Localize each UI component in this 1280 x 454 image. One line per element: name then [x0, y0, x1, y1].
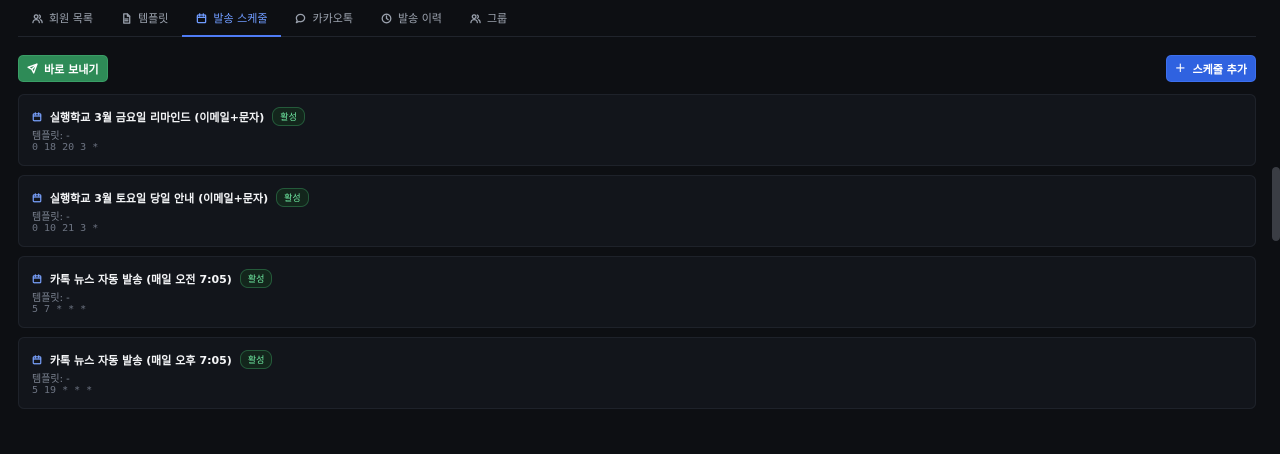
- file-icon: [123, 12, 131, 24]
- tab-label: 회원 목록: [49, 12, 93, 25]
- tab-bar: 회원 목록 템플릿 발송 스케줄 카카오톡 발송 이력 그룹: [18, 0, 1256, 37]
- scrollbar-thumb[interactable]: [1272, 167, 1280, 241]
- tab-label: 템플릿: [137, 12, 169, 25]
- schedule-cron: 5 7 * * *: [32, 304, 87, 315]
- tab-templates[interactable]: 템플릿: [107, 0, 182, 36]
- calendar-icon: [32, 111, 42, 121]
- tab-label: 그룹: [486, 12, 508, 25]
- status-badge: 활성: [239, 269, 273, 288]
- send-now-label: 바로 보내기: [44, 62, 99, 76]
- send-now-button[interactable]: 바로 보내기: [18, 55, 108, 82]
- tab-label: 카카오톡: [312, 12, 353, 25]
- tab-kakaotalk[interactable]: 카카오톡: [281, 0, 366, 36]
- schedule-title: 실행학교 3월 금요일 리마인드 (이메일+문자): [50, 110, 265, 124]
- schedule-title: 실행학교 3월 토요일 당일 안내 (이메일+문자): [50, 191, 269, 205]
- schedule-template: 템플릿: -: [32, 212, 70, 223]
- clock-icon: [381, 13, 392, 23]
- schedule-template: 템플릿: -: [32, 293, 70, 304]
- tab-label: 발송 스케줄: [213, 12, 268, 25]
- tab-history[interactable]: 발송 이력: [367, 0, 456, 36]
- status-badge: 활성: [276, 188, 309, 207]
- tab-groups[interactable]: 그룹: [456, 0, 521, 36]
- calendar-icon: [32, 354, 42, 364]
- calendar-icon: [32, 192, 42, 202]
- calendar-icon: [197, 12, 207, 23]
- schedule-card[interactable]: 실행학교 3월 금요일 리마인드 (이메일+문자) 활성 템플릿: - 0 18…: [18, 94, 1256, 166]
- calendar-icon: [32, 273, 42, 283]
- schedule-cron: 0 18 20 3 *: [32, 142, 99, 153]
- schedule-card[interactable]: 카톡 뉴스 자동 발송 (매일 오후 7:05) 활성 템플릿: - 5 19 …: [18, 337, 1256, 409]
- schedule-header: 실행학교 3월 금요일 리마인드 (이메일+문자) 활성: [32, 107, 1242, 126]
- schedule-title: 카톡 뉴스 자동 발송 (매일 오후 7:05): [50, 353, 232, 367]
- schedule-header: 카톡 뉴스 자동 발송 (매일 오후 7:05) 활성: [32, 350, 1242, 369]
- status-badge: 활성: [272, 107, 305, 126]
- schedule-cron: 5 19 * * *: [32, 385, 93, 396]
- add-schedule-button[interactable]: + 스케줄 추가: [1166, 55, 1256, 82]
- schedule-header: 카톡 뉴스 자동 발송 (매일 오전 7:05) 활성: [32, 269, 1242, 288]
- add-schedule-label: 스케줄 추가: [1192, 62, 1248, 76]
- users-icon: [470, 13, 481, 23]
- plus-icon: +: [1174, 61, 1186, 76]
- send-icon: [27, 63, 38, 74]
- schedule-card[interactable]: 카톡 뉴스 자동 발송 (매일 오전 7:05) 활성 템플릿: - 5 7 *…: [18, 256, 1256, 328]
- schedule-template: 템플릿: -: [32, 131, 70, 142]
- tab-schedules[interactable]: 발송 스케줄: [182, 0, 282, 37]
- schedule-header: 실행학교 3월 토요일 당일 안내 (이메일+문자) 활성: [32, 188, 1242, 207]
- schedule-card[interactable]: 실행학교 3월 토요일 당일 안내 (이메일+문자) 활성 템플릿: - 0 1…: [18, 175, 1256, 247]
- schedule-template: 템플릿: -: [32, 374, 70, 385]
- schedule-title: 카톡 뉴스 자동 발송 (매일 오전 7:05): [50, 272, 232, 286]
- status-badge: 활성: [239, 350, 273, 369]
- tab-members[interactable]: 회원 목록: [18, 0, 107, 36]
- chat-bubble-icon: [296, 13, 306, 23]
- users-icon: [32, 13, 43, 23]
- tab-label: 발송 이력: [397, 12, 442, 25]
- schedule-cron: 0 10 21 3 *: [32, 223, 99, 234]
